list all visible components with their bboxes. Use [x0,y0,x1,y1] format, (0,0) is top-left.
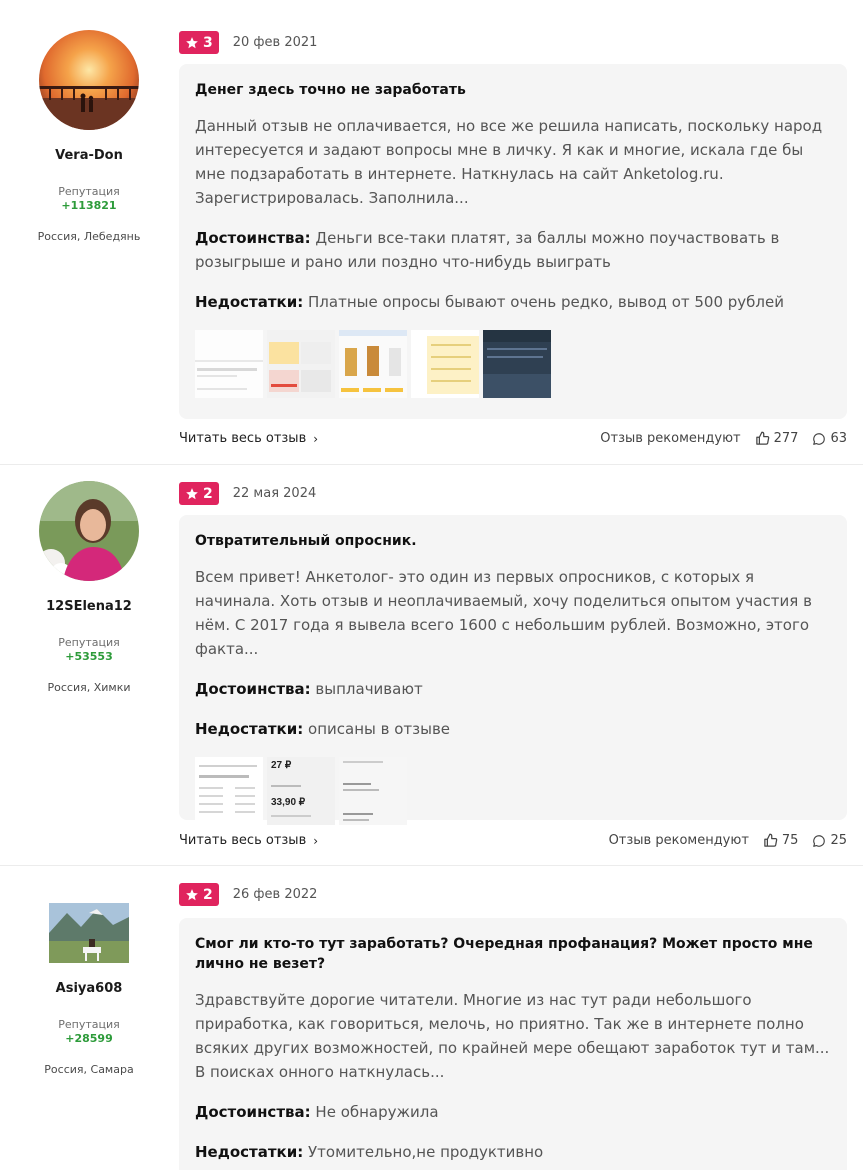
review-item: 12SElena12 Репутация +53553 Россия, Химк… [0,464,863,865]
pros-text: Не обнаружила [315,1103,439,1121]
comment-icon [813,834,826,847]
review-photos [195,330,831,398]
recommend-label: Отзыв рекомендуют [608,833,749,848]
pros-label: Достоинства: [195,229,311,247]
review-title[interactable]: Отвратительный опросник. [195,531,831,551]
review-photo[interactable] [195,330,263,398]
rating-value: 2 [203,886,213,903]
like-count: 277 [773,431,799,446]
username[interactable]: Vera-Don [15,148,163,163]
avatar[interactable] [39,481,139,581]
review-item: Asiya608 Репутация +28599 Россия, Самара… [0,865,863,1170]
comment-count: 25 [830,833,847,848]
read-more-label: Читать весь отзыв [179,833,307,848]
pros-label: Достоинства: [195,680,311,698]
rating-badge: 2 [179,883,219,906]
review-title[interactable]: Денег здесь точно не заработать [195,80,831,100]
review-author: 12SElena12 Репутация +53553 Россия, Химк… [15,481,163,694]
cons-text: Утомительно,не продуктивно [308,1143,544,1161]
review-author: Asiya608 Репутация +28599 Россия, Самара [15,903,163,1076]
chevron-right-icon: › [313,431,319,446]
rating-badge: 3 [179,31,219,54]
comment-count: 63 [830,431,847,446]
review-meta: 2 22 мая 2024 [179,482,316,505]
comment-icon [813,432,826,445]
review-cons: Недостатки: Платные опросы бывают очень … [195,290,831,314]
cons-label: Недостатки: [195,293,304,311]
username[interactable]: Asiya608 [15,981,163,996]
review-footer: Читать весь отзыв › Отзыв рекомендуют 75… [179,833,847,848]
thumbs-up-icon [764,833,778,847]
pros-label: Достоинства: [195,1103,311,1121]
review-meta: 3 20 фев 2021 [179,31,317,54]
thumb-price-1: 27 ₽ [271,760,292,771]
review-photo[interactable]: 27 ₽ 33,90 ₽ [267,757,335,825]
read-more-link[interactable]: Читать весь отзыв › [179,833,318,848]
like-button[interactable]: 75 [763,833,799,848]
like-count: 75 [781,833,799,848]
review-meta: 2 26 фев 2022 [179,883,317,906]
review-photo[interactable] [339,330,407,398]
review-cons: Недостатки: Утомительно,не продуктивно [195,1140,831,1164]
read-more-label: Читать весь отзыв [179,431,307,446]
review-photo[interactable] [483,330,551,398]
review-photo[interactable] [267,330,335,398]
review-excerpt: Здравствуйте дорогие читатели. Многие из… [195,991,830,1081]
rating-badge: 2 [179,482,219,505]
comments-button[interactable]: 25 [812,833,847,848]
review-item: Vera-Don Репутация +113821 Россия, Лебед… [0,0,863,464]
review-excerpt: Данный отзыв не оплачивается, но все же … [195,117,823,207]
review-card: Отвратительный опросник. Всем привет! Ан… [179,515,847,825]
cons-text: Платные опросы бывают очень редко, вывод… [308,293,784,311]
comments-button[interactable]: 63 [812,431,847,446]
recommend-label: Отзыв рекомендуют [600,431,741,446]
thumbs-up-icon [755,431,769,445]
reputation-value: +28599 [65,1032,113,1045]
author-location: Россия, Лебедянь [37,230,141,243]
review-photos: 27 ₽ 33,90 ₽ [195,757,831,825]
review-pros: Достоинства: Не обнаружила [195,1100,831,1124]
reputation-value: +113821 [61,199,117,212]
star-icon [186,487,198,499]
star-icon [186,36,198,48]
cons-label: Недостатки: [195,720,304,738]
thumb-price-2: 33,90 ₽ [271,797,306,808]
rating-value: 3 [203,34,213,51]
reputation-value: +53553 [65,650,113,663]
author-location: Россия, Самара [44,1063,134,1076]
review-cons: Недостатки: описаны в отзыве [195,717,831,741]
like-button[interactable]: 277 [755,431,799,446]
review-footer: Читать весь отзыв › Отзыв рекомендуют 27… [179,431,847,446]
review-photo[interactable] [195,757,263,825]
avatar[interactable] [49,903,129,963]
reputation-label: Репутация [58,1018,120,1031]
review-photo[interactable] [411,330,479,398]
review-date: 20 фев 2021 [232,35,318,50]
rating-value: 2 [203,485,213,502]
star-icon [186,888,198,900]
review-author: Vera-Don Репутация +113821 Россия, Лебед… [15,30,163,243]
chevron-right-icon: › [313,833,319,848]
review-card: Денег здесь точно не заработать Данный о… [179,64,847,419]
reputation-label: Репутация [58,636,120,649]
pros-text: выплачивают [315,680,423,698]
review-date: 26 фев 2022 [232,887,318,902]
review-excerpt: Всем привет! Анкетолог- это один из перв… [195,568,812,658]
review-card: Смог ли кто-то тут заработать? Очередная… [179,918,847,1170]
review-date: 22 мая 2024 [232,486,317,501]
author-location: Россия, Химки [47,681,131,694]
username[interactable]: 12SElena12 [15,599,163,614]
cons-label: Недостатки: [195,1143,304,1161]
review-photo[interactable] [339,757,407,825]
reputation-label: Репутация [58,185,120,198]
avatar[interactable] [39,30,139,130]
read-more-link[interactable]: Читать весь отзыв › [179,431,318,446]
review-title[interactable]: Смог ли кто-то тут заработать? Очередная… [195,934,831,974]
review-pros: Достоинства: Деньги все-таки платят, за … [195,226,831,274]
review-pros: Достоинства: выплачивают [195,677,831,701]
cons-text: описаны в отзыве [308,720,451,738]
